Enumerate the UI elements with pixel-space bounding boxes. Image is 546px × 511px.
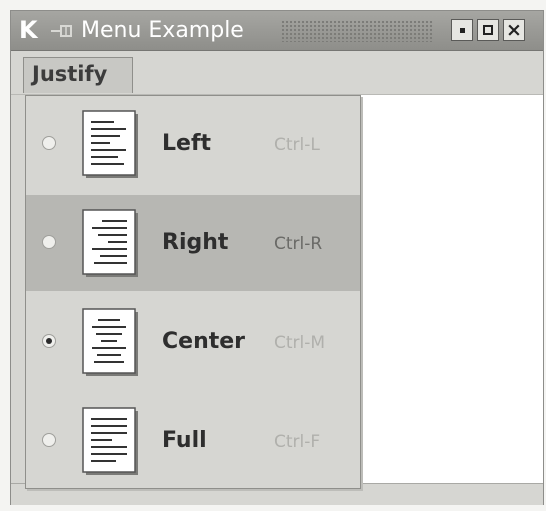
menu-item-right[interactable]: Right Ctrl-R	[26, 195, 360, 291]
title-bar[interactable]: K Menu Example ×	[11, 11, 543, 51]
close-button[interactable]: ×	[503, 19, 525, 41]
align-center-icon	[82, 308, 138, 376]
minimize-icon	[460, 28, 465, 33]
menu-item-shortcut: Ctrl-R	[274, 234, 323, 254]
app-window: K Menu Example × Justify Left Ctrl-L Rig…	[10, 10, 544, 505]
radio-full[interactable]	[42, 433, 56, 447]
title-grip	[281, 20, 433, 42]
close-icon: ×	[506, 19, 522, 41]
align-right-icon	[82, 209, 138, 277]
menu-item-shortcut: Ctrl-M	[274, 333, 326, 353]
menu-item-center[interactable]: Center Ctrl-M	[26, 294, 360, 390]
menu-bar: Justify	[11, 51, 543, 95]
menu-item-shortcut: Ctrl-F	[274, 432, 321, 452]
menu-item-label: Right	[162, 230, 229, 255]
radio-right[interactable]	[42, 235, 56, 249]
maximize-button[interactable]	[477, 19, 499, 41]
menu-item-label: Full	[162, 428, 207, 453]
maximize-icon	[483, 25, 493, 35]
menu-item-full[interactable]: Full Ctrl-F	[26, 393, 360, 489]
justify-dropdown-menu: Left Ctrl-L Right Ctrl-R Center Ctrl-M F…	[25, 95, 361, 489]
menu-justify[interactable]: Justify	[23, 57, 133, 93]
minimize-button[interactable]	[451, 19, 473, 41]
menu-item-label: Left	[162, 131, 212, 156]
menu-item-shortcut: Ctrl-L	[274, 135, 320, 155]
window-title: Menu Example	[81, 18, 244, 43]
content-area[interactable]	[361, 95, 543, 483]
align-left-icon	[82, 110, 138, 178]
pin-icon[interactable]	[51, 24, 73, 38]
menu-item-label: Center	[162, 329, 246, 354]
menu-item-left[interactable]: Left Ctrl-L	[26, 96, 360, 192]
app-logo: K	[19, 16, 38, 44]
radio-left[interactable]	[42, 136, 56, 150]
align-justify-icon	[82, 407, 138, 475]
radio-center[interactable]	[42, 334, 56, 348]
